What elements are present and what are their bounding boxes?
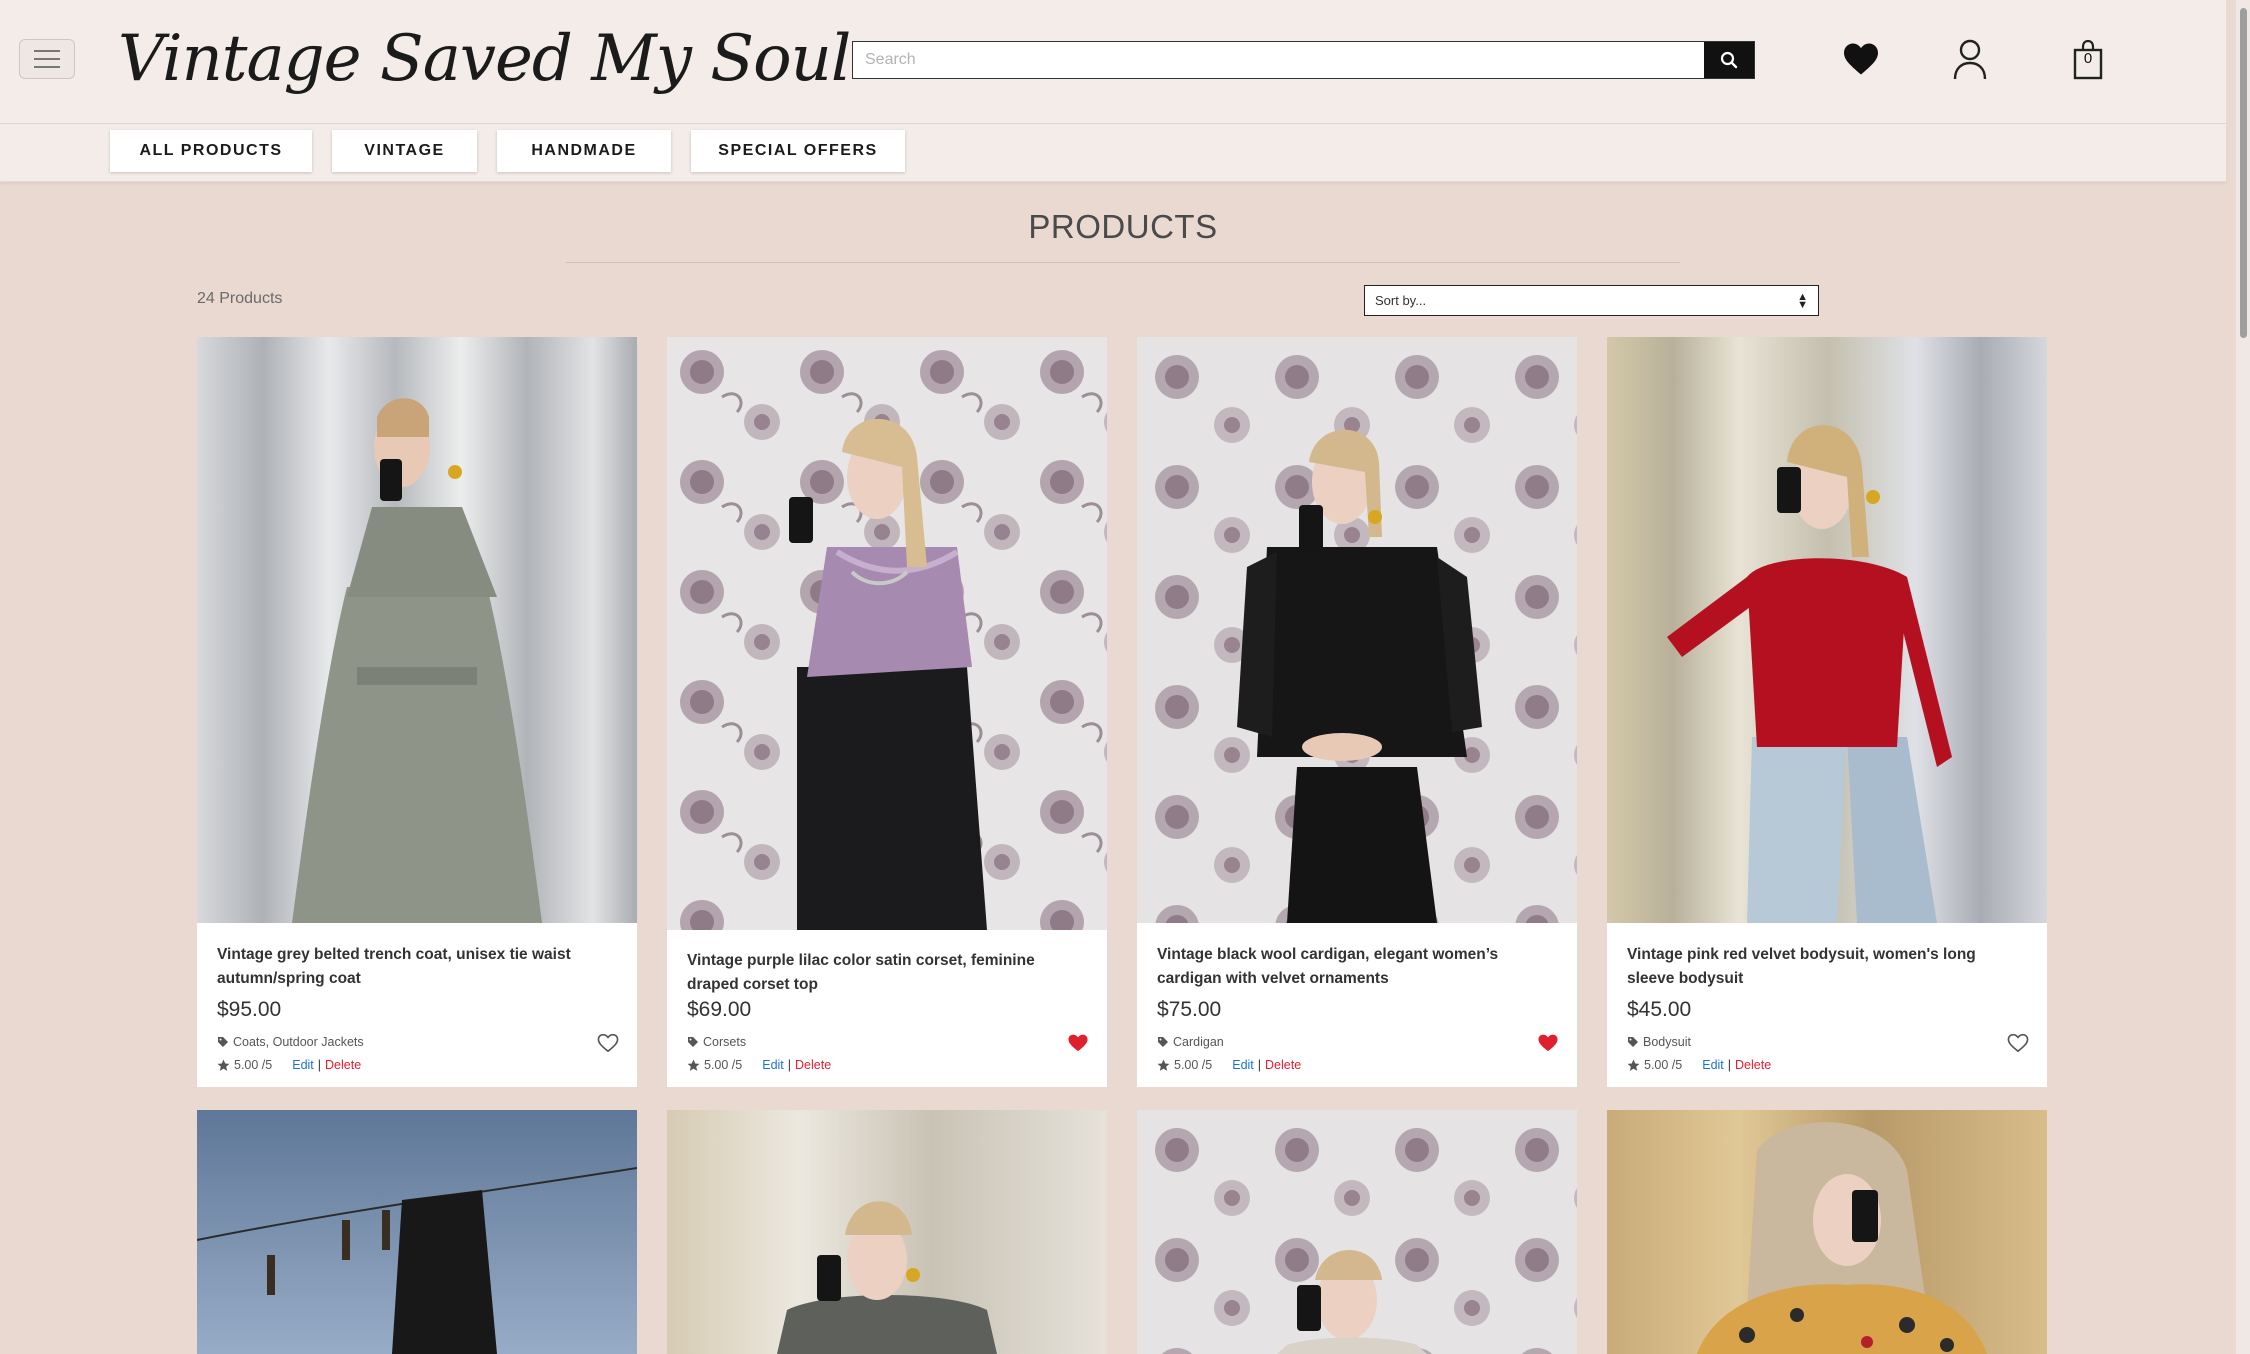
tag-icon (1628, 1037, 1638, 1047)
wishlist-heart-icon[interactable] (1537, 1033, 1559, 1053)
edit-link[interactable]: Edit (762, 1058, 784, 1072)
select-arrows-icon: ▲ ▼ (1797, 290, 1808, 311)
title-divider (566, 262, 1680, 263)
page-title: PRODUCTS (1028, 208, 1218, 245)
star-icon (687, 1059, 700, 1071)
edit-link[interactable]: Edit (1702, 1058, 1724, 1072)
wishlist-heart-icon[interactable] (1067, 1033, 1089, 1053)
product-title[interactable]: Vintage purple lilac color satin corset,… (687, 949, 1087, 997)
search-icon (1720, 51, 1738, 69)
product-info: Vintage black wool cardigan, elegant wom… (1137, 923, 1577, 1087)
product-image[interactable] (197, 337, 637, 923)
delete-link[interactable]: Delete (325, 1058, 361, 1072)
product-category: Cardigan (1157, 1035, 1224, 1049)
nav-special-offers[interactable]: SPECIAL OFFERS (691, 130, 905, 172)
product-card[interactable]: Vintage black wool cardigan, elegant wom… (1137, 337, 1577, 1087)
wishlist-button[interactable] (1840, 40, 1882, 78)
product-image[interactable] (1137, 1110, 1577, 1354)
delete-link[interactable]: Delete (1265, 1058, 1301, 1072)
product-card[interactable] (1607, 1110, 2047, 1354)
product-image[interactable] (1607, 337, 2047, 923)
wishlist-heart-icon[interactable] (597, 1033, 619, 1053)
account-button[interactable] (1950, 36, 1990, 82)
hamburger-icon (34, 50, 60, 52)
product-price: $45.00 (1627, 998, 1692, 1021)
product-card[interactable] (197, 1110, 637, 1354)
product-count: 24 Products (197, 290, 283, 307)
product-image[interactable] (197, 1110, 637, 1354)
rating-value: 5.00 /5 (704, 1058, 743, 1072)
product-card[interactable]: Vintage pink red velvet bodysuit, women'… (1607, 337, 2047, 1087)
site-header: Vintage Saved My Soul 0 (0, 0, 2226, 124)
link-separator: | (317, 1058, 322, 1072)
product-card[interactable]: Vintage purple lilac color satin corset,… (667, 337, 1107, 1087)
rating-value: 5.00 /5 (1174, 1058, 1213, 1072)
user-icon (1953, 39, 1987, 80)
delete-link[interactable]: Delete (1735, 1058, 1771, 1072)
product-title[interactable]: Vintage grey belted trench coat, unisex … (217, 943, 617, 991)
link-separator: | (1727, 1058, 1732, 1072)
product-image[interactable] (1607, 1110, 2047, 1354)
product-category: Corsets (687, 1035, 746, 1049)
nav-vintage[interactable]: VINTAGE (332, 130, 477, 172)
nav-handmade[interactable]: HANDMADE (497, 130, 671, 172)
edit-link[interactable]: Edit (292, 1058, 314, 1072)
product-image[interactable] (667, 337, 1107, 930)
tag-icon (688, 1037, 698, 1047)
product-rating: 5.00 /5 Edit | Delete (687, 1058, 831, 1072)
product-rating: 5.00 /5 Edit | Delete (217, 1058, 361, 1072)
rating-value: 5.00 /5 (234, 1058, 273, 1072)
site-logo[interactable]: Vintage Saved My Soul (118, 14, 851, 104)
rating-value: 5.00 /5 (1644, 1058, 1683, 1072)
sort-select[interactable]: Sort by... ▲ ▼ (1364, 285, 1819, 316)
product-price: $75.00 (1157, 998, 1222, 1021)
product-info: Vintage pink red velvet bodysuit, women'… (1607, 923, 2047, 1087)
product-category: Bodysuit (1627, 1035, 1691, 1049)
product-rating: 5.00 /5 Edit | Delete (1157, 1058, 1301, 1072)
heart-icon (1844, 43, 1878, 75)
link-separator: | (1257, 1058, 1262, 1072)
product-image[interactable] (667, 1110, 1107, 1354)
link-separator: | (787, 1058, 792, 1072)
product-title[interactable]: Vintage pink red velvet bodysuit, women'… (1627, 943, 2027, 991)
search-button[interactable] (1704, 42, 1754, 78)
star-icon (1627, 1059, 1640, 1071)
hamburger-menu-button[interactable] (19, 39, 75, 79)
product-price: $69.00 (687, 998, 752, 1021)
delete-link[interactable]: Delete (795, 1058, 831, 1072)
search-input[interactable] (853, 42, 1704, 78)
product-card[interactable] (1137, 1110, 1577, 1354)
cart-button[interactable]: 0 (2070, 38, 2106, 82)
product-title[interactable]: Vintage black wool cardigan, elegant wom… (1157, 943, 1557, 991)
category-label[interactable]: Bodysuit (1643, 1035, 1691, 1049)
product-image[interactable] (1137, 337, 1577, 923)
search-bar (852, 41, 1755, 79)
product-info: Vintage purple lilac color satin corset,… (667, 930, 1107, 1087)
scrollbar-thumb[interactable] (2240, 8, 2247, 338)
category-label[interactable]: Cardigan (1173, 1035, 1224, 1049)
category-nav: ALL PRODUCTS VINTAGE HANDMADE SPECIAL OF… (0, 124, 2226, 182)
star-icon (1157, 1059, 1170, 1071)
product-info: Vintage grey belted trench coat, unisex … (197, 923, 637, 1087)
star-icon (217, 1059, 230, 1071)
product-card[interactable] (667, 1110, 1107, 1354)
product-price: $95.00 (217, 998, 282, 1021)
wishlist-heart-icon[interactable] (2007, 1033, 2029, 1053)
tag-icon (218, 1037, 228, 1047)
cart-count-badge: 0 (2083, 50, 2093, 67)
category-label[interactable]: Coats, Outdoor Jackets (233, 1035, 364, 1049)
sort-select-value: Sort by... (1375, 293, 1427, 308)
nav-all-products[interactable]: ALL PRODUCTS (110, 130, 312, 172)
product-card[interactable]: Vintage grey belted trench coat, unisex … (197, 337, 637, 1087)
product-category: Coats, Outdoor Jackets (217, 1035, 364, 1049)
product-rating: 5.00 /5 Edit | Delete (1627, 1058, 1771, 1072)
tag-icon (1158, 1037, 1168, 1047)
edit-link[interactable]: Edit (1232, 1058, 1254, 1072)
category-label[interactable]: Corsets (703, 1035, 746, 1049)
